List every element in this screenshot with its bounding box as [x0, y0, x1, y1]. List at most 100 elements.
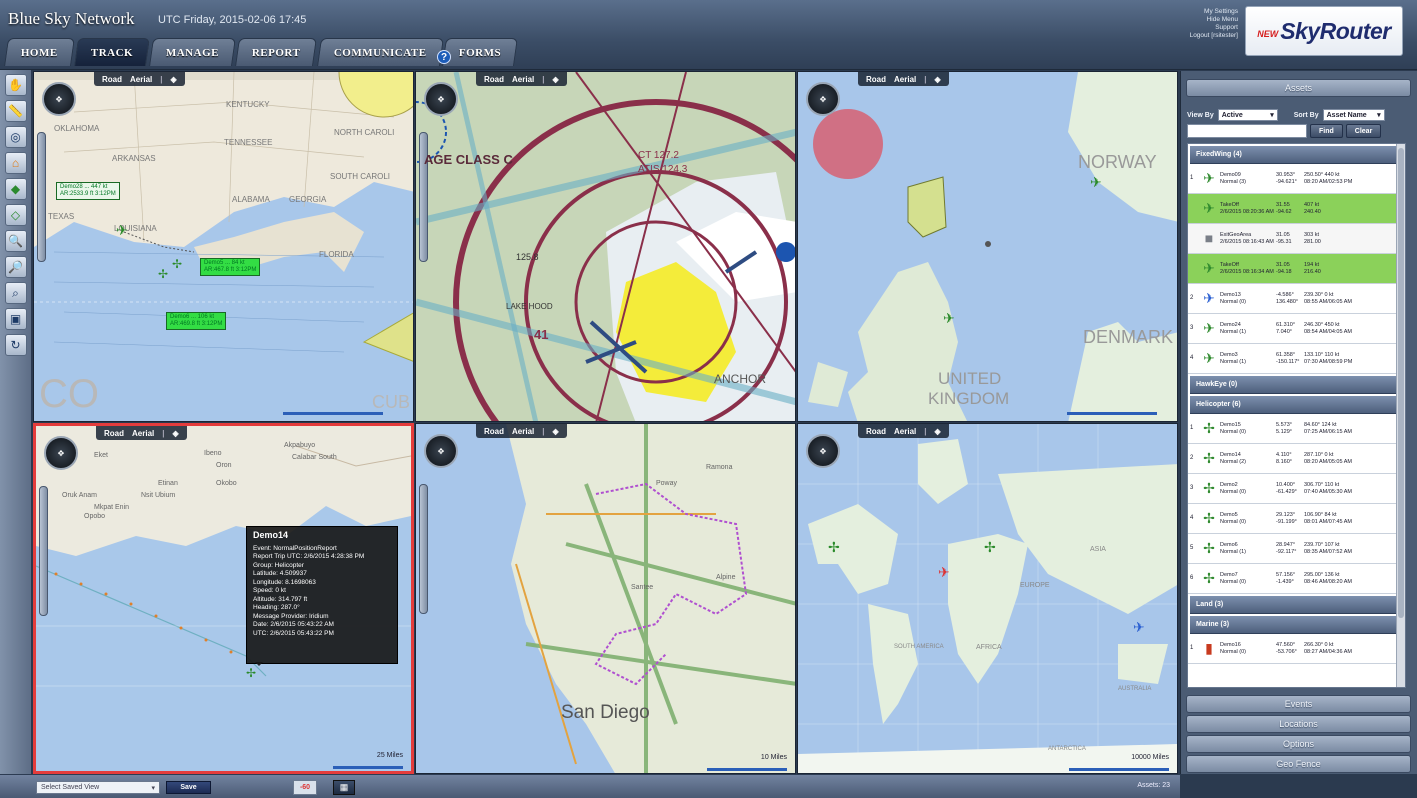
view-by-select[interactable]: Active ▾	[1217, 109, 1278, 121]
home-icon[interactable]: ⌂	[4, 152, 27, 174]
asset-row[interactable]: 2 ✢ Demo14 Normal (2) 4.110° 8.160° 287.10° 0 …	[1188, 444, 1405, 474]
asset-group-header[interactable]: Land (3)	[1190, 596, 1403, 614]
hand-icon[interactable]: ✋	[4, 74, 27, 96]
find-button[interactable]: Find	[1310, 124, 1343, 138]
tab-manage[interactable]: MANAGE	[149, 38, 237, 66]
zoom2-icon[interactable]: 🔎	[4, 256, 27, 278]
asset-search-input[interactable]	[1187, 124, 1307, 138]
map-panel-5[interactable]: Road Aerial | ◈ ✥ San Diego Poway Ramona Al…	[415, 423, 796, 774]
clear-button[interactable]: Clear	[1345, 124, 1382, 138]
birdseye-icon[interactable]: ◈	[934, 75, 940, 84]
asset-group-header[interactable]: FixedWing (4)	[1190, 146, 1403, 164]
road-toggle[interactable]: Road	[866, 427, 886, 436]
road-toggle[interactable]: Road	[104, 429, 124, 438]
zoom-slider[interactable]	[39, 486, 48, 616]
aerial-toggle[interactable]: Aerial	[512, 75, 534, 84]
helicopter-icon[interactable]: ✢	[828, 539, 840, 556]
zoom-slider[interactable]	[419, 484, 428, 614]
hide-menu-link[interactable]: Hide Menu	[1170, 16, 1238, 24]
aerial-toggle[interactable]: Aerial	[512, 427, 534, 436]
road-toggle[interactable]: Road	[484, 427, 504, 436]
birdseye-icon[interactable]: ◈	[552, 75, 558, 84]
asset-row[interactable]: 3 ✈ Demo24 Normal (1) 61.310° 7.040° 246.30° 4…	[1188, 314, 1405, 344]
support-link[interactable]: Support	[1170, 24, 1238, 32]
asset-row[interactable]: 6 ✢ Demo7 Normal (0) 57.156° -1.439° 295.00° 1…	[1188, 564, 1405, 594]
helicopter-icon[interactable]: ✢	[172, 257, 182, 271]
asset-group-header[interactable]: Marine (3)	[1190, 616, 1403, 634]
asset-row[interactable]: 1 ✢ Demo15 Normal (0) 5.573° 5.129° 84.60° 124…	[1188, 414, 1405, 444]
tab-forms[interactable]: FORMS	[442, 38, 519, 66]
scroll-thumb[interactable]	[1398, 148, 1404, 618]
aerial-toggle[interactable]: Aerial	[894, 427, 916, 436]
birdseye-icon[interactable]: ◈	[172, 429, 178, 438]
helicopter-icon[interactable]: ✢	[158, 267, 168, 281]
zoom-icon[interactable]: 🔍	[4, 230, 27, 252]
compass-icon[interactable]: ✥	[44, 436, 78, 470]
asset-label-demo5[interactable]: Demo5 ... 84 kt AR:467.8 ft 3:12PM	[200, 258, 261, 276]
grid-layout-icon[interactable]: ▦	[333, 780, 355, 795]
asset-row[interactable]: 4 ✈ Demo3 Normal (1) 61.358° -150.117° 133.10°…	[1188, 344, 1405, 374]
asset-row[interactable]: 2 ✈ Demo13 Normal (0) -4.586° 136.480° 239.30°…	[1188, 284, 1405, 314]
zoom-slider[interactable]	[37, 132, 46, 262]
globe-icon[interactable]: ◎	[4, 126, 27, 148]
geofence-section[interactable]: Geo Fence	[1186, 755, 1411, 773]
time-filter-button[interactable]: -60	[293, 780, 317, 795]
tab-communicate[interactable]: COMMUNICATE	[316, 38, 444, 66]
birdseye-icon[interactable]: ◈	[552, 427, 558, 436]
tab-report[interactable]: REPORT	[235, 38, 318, 66]
save-view-button[interactable]: Save	[166, 781, 211, 794]
map-panel-4[interactable]: Road Aerial | ◈ ✥ Eket Ibeno Oron Opobo Akp…	[33, 423, 414, 774]
locations-section[interactable]: Locations	[1186, 715, 1411, 733]
map-panel-2[interactable]: Road Aerial | ◈ ✥ AGE CLASS C LAKE HOOD ANC…	[415, 71, 796, 422]
compass-icon[interactable]: ✥	[424, 434, 458, 468]
aerial-toggle[interactable]: Aerial	[130, 75, 152, 84]
layers2-icon[interactable]: ◇	[4, 204, 27, 226]
screen-icon[interactable]: ▣	[4, 308, 27, 330]
asset-list-scrollbar[interactable]	[1396, 144, 1405, 687]
plane-icon[interactable]: ✈	[943, 310, 955, 327]
asset-group-header[interactable]: HawkEye (0)	[1190, 376, 1403, 394]
asset-row[interactable]: 4 ✢ Demo5 Normal (0) 29.123° -91.199° 106.90° …	[1188, 504, 1405, 534]
plane-icon[interactable]: ✈	[1090, 174, 1102, 191]
asset-row[interactable]: 1 ▮ Demo16 Normal (0) 47.560° -53.706° 266.30°…	[1188, 634, 1405, 664]
road-toggle[interactable]: Road	[484, 75, 504, 84]
asset-label-demo6[interactable]: Demo6 ... 106 kt AR:469.8 ft 3:12PM	[166, 312, 227, 330]
logout-link[interactable]: Logout [rsitester]	[1170, 32, 1238, 40]
helicopter-icon[interactable]: ✢	[984, 539, 996, 556]
compass-icon[interactable]: ✥	[424, 82, 458, 116]
help-icon[interactable]: ?	[437, 50, 451, 64]
compass-icon[interactable]: ✥	[806, 434, 840, 468]
aerial-toggle[interactable]: Aerial	[894, 75, 916, 84]
my-settings-link[interactable]: My Settings	[1170, 8, 1238, 16]
compass-icon[interactable]: ✥	[806, 82, 840, 116]
asset-row[interactable]: 3 ✢ Demo2 Normal (0) 10.400° -61.429° 306.70° …	[1188, 474, 1405, 504]
tab-home[interactable]: HOME	[4, 38, 75, 66]
layers-icon[interactable]: ◆	[4, 178, 27, 200]
asset-group-header[interactable]: Helicopter (6)	[1190, 396, 1403, 414]
map-panel-3[interactable]: Road Aerial | ◈ ✥ NORWAY DENMARK UNITED KIN…	[797, 71, 1178, 422]
road-toggle[interactable]: Road	[866, 75, 886, 84]
asset-label-demo28[interactable]: Demo28 ... 447 kt AR:2533.9 ft 3:12PM	[56, 182, 120, 200]
sort-by-select[interactable]: Asset Name ▾	[1322, 109, 1385, 121]
assets-header[interactable]: Assets	[1186, 79, 1411, 97]
road-toggle[interactable]: Road	[102, 75, 122, 84]
refresh-icon[interactable]: ↻	[4, 334, 27, 356]
asset-row[interactable]: 1 ✈ Demo09 Normal (3) 30.953° -94.621° 250.50°…	[1188, 164, 1405, 194]
asset-row[interactable]: ✈ TakeOff 2/6/2015 08:16:34 AM 31.05 -94.18 1…	[1188, 254, 1405, 284]
map-panel-6[interactable]: Road Aerial | ◈ ✥ EUROPE ASIA AFRICA SOUTH …	[797, 423, 1178, 774]
tab-track[interactable]: TRACK	[73, 38, 151, 66]
asset-row[interactable]: ✈ TakeOff 2/6/2015 08:20:36 AM 31.55 -94.62 4…	[1188, 194, 1405, 224]
zoom3-icon[interactable]: ⌕	[4, 282, 27, 304]
plane-icon[interactable]: ✈	[116, 222, 128, 239]
asset-row[interactable]: ■ ExitGeoArea 2/6/2015 08:16:43 AM 31.05 -95…	[1188, 224, 1405, 254]
plane-icon[interactable]: ✈	[938, 564, 950, 581]
birdseye-icon[interactable]: ◈	[170, 75, 176, 84]
helicopter-icon[interactable]: ✢	[246, 666, 256, 680]
asset-row[interactable]: 5 ✢ Demo6 Normal (1) 28.947° -92.117° 239.70° …	[1188, 534, 1405, 564]
events-section[interactable]: Events	[1186, 695, 1411, 713]
aerial-toggle[interactable]: Aerial	[132, 429, 154, 438]
plane-icon[interactable]: ✈	[1133, 619, 1145, 636]
birdseye-icon[interactable]: ◈	[934, 427, 940, 436]
saved-view-select[interactable]: Select Saved View ▾	[36, 781, 160, 794]
compass-icon[interactable]: ✥	[42, 82, 76, 116]
